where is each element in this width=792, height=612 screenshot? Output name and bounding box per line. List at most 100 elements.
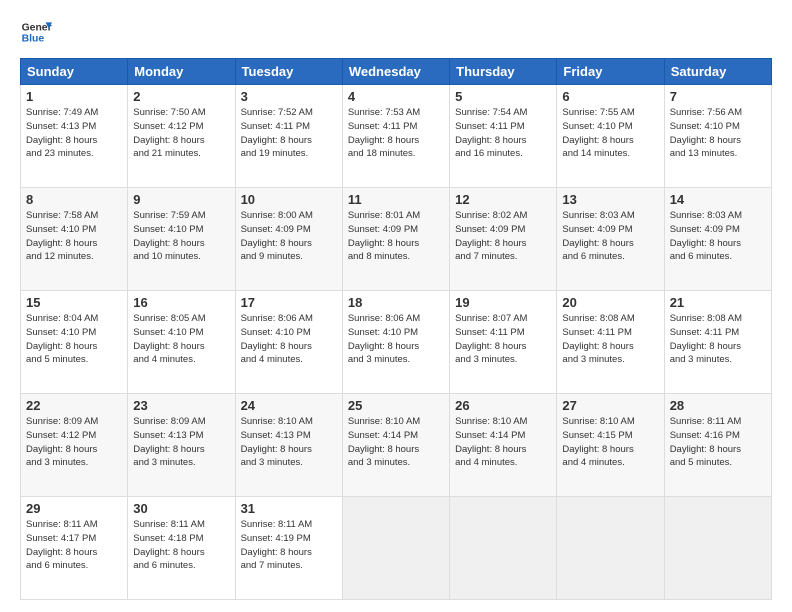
calendar-week-row: 15 Sunrise: 8:04 AMSunset: 4:10 PMDayligh… — [21, 291, 772, 394]
calendar-header-row: SundayMondayTuesdayWednesdayThursdayFrid… — [21, 59, 772, 85]
day-number: 20 — [562, 295, 658, 310]
logo: General Blue — [20, 16, 52, 48]
calendar-cell: 23 Sunrise: 8:09 AMSunset: 4:13 PMDayligh… — [128, 394, 235, 497]
calendar-cell: 13Sunrise: 8:03 AMSunset: 4:09 PMDayligh… — [557, 188, 664, 291]
calendar-cell: 12Sunrise: 8:02 AMSunset: 4:09 PMDayligh… — [450, 188, 557, 291]
day-number: 25 — [348, 398, 444, 413]
calendar-cell: 14 Sunrise: 8:03 AMSunset: 4:09 PMDayligh… — [664, 188, 771, 291]
calendar-day-header: Saturday — [664, 59, 771, 85]
calendar-cell: 16Sunrise: 8:05 AMSunset: 4:10 PMDayligh… — [128, 291, 235, 394]
day-number: 15 — [26, 295, 122, 310]
day-number: 18 — [348, 295, 444, 310]
calendar-cell: 5 Sunrise: 7:54 AMSunset: 4:11 PMDaylight… — [450, 85, 557, 188]
day-info: Sunrise: 8:04 AMSunset: 4:10 PMDaylight:… — [26, 312, 122, 367]
day-info: Sunrise: 8:09 AMSunset: 4:12 PMDaylight:… — [26, 415, 122, 470]
day-number: 3 — [241, 89, 337, 104]
calendar-cell: 11 Sunrise: 8:01 AMSunset: 4:09 PMDayligh… — [342, 188, 449, 291]
day-number: 14 — [670, 192, 766, 207]
day-number: 24 — [241, 398, 337, 413]
calendar-cell — [450, 497, 557, 600]
day-info: Sunrise: 7:53 AMSunset: 4:11 PMDaylight:… — [348, 106, 444, 161]
logo-icon: General Blue — [20, 16, 52, 48]
calendar-cell: 31 Sunrise: 8:11 AMSunset: 4:19 PMDayligh… — [235, 497, 342, 600]
day-number: 28 — [670, 398, 766, 413]
day-number: 9 — [133, 192, 229, 207]
day-number: 2 — [133, 89, 229, 104]
calendar-cell: 7 Sunrise: 7:56 AMSunset: 4:10 PMDaylight… — [664, 85, 771, 188]
day-number: 30 — [133, 501, 229, 516]
day-info: Sunrise: 8:06 AMSunset: 4:10 PMDaylight:… — [348, 312, 444, 367]
day-info: Sunrise: 8:11 AMSunset: 4:18 PMDaylight:… — [133, 518, 229, 573]
day-info: Sunrise: 8:01 AMSunset: 4:09 PMDaylight:… — [348, 209, 444, 264]
day-number: 12 — [455, 192, 551, 207]
calendar-cell: 1 Sunrise: 7:49 AMSunset: 4:13 PMDaylight… — [21, 85, 128, 188]
calendar-cell — [557, 497, 664, 600]
calendar-cell: 15 Sunrise: 8:04 AMSunset: 4:10 PMDayligh… — [21, 291, 128, 394]
day-info: Sunrise: 8:05 AMSunset: 4:10 PMDaylight:… — [133, 312, 229, 367]
calendar-cell: 27 Sunrise: 8:10 AMSunset: 4:15 PMDayligh… — [557, 394, 664, 497]
day-info: Sunrise: 8:10 AMSunset: 4:14 PMDaylight:… — [348, 415, 444, 470]
day-info: Sunrise: 8:03 AMSunset: 4:09 PMDaylight:… — [670, 209, 766, 264]
day-info: Sunrise: 8:08 AMSunset: 4:11 PMDaylight:… — [562, 312, 658, 367]
day-info: Sunrise: 7:52 AMSunset: 4:11 PMDaylight:… — [241, 106, 337, 161]
calendar-cell: 21Sunrise: 8:08 AMSunset: 4:11 PMDayligh… — [664, 291, 771, 394]
day-info: Sunrise: 7:50 AMSunset: 4:12 PMDaylight:… — [133, 106, 229, 161]
calendar-cell — [664, 497, 771, 600]
calendar-cell: 26Sunrise: 8:10 AMSunset: 4:14 PMDayligh… — [450, 394, 557, 497]
day-info: Sunrise: 7:56 AMSunset: 4:10 PMDaylight:… — [670, 106, 766, 161]
calendar-cell: 9 Sunrise: 7:59 AMSunset: 4:10 PMDaylight… — [128, 188, 235, 291]
calendar-week-row: 29Sunrise: 8:11 AMSunset: 4:17 PMDayligh… — [21, 497, 772, 600]
calendar-day-header: Sunday — [21, 59, 128, 85]
calendar-week-row: 1 Sunrise: 7:49 AMSunset: 4:13 PMDaylight… — [21, 85, 772, 188]
calendar-day-header: Monday — [128, 59, 235, 85]
day-number: 11 — [348, 192, 444, 207]
day-number: 23 — [133, 398, 229, 413]
day-info: Sunrise: 8:11 AMSunset: 4:16 PMDaylight:… — [670, 415, 766, 470]
day-info: Sunrise: 8:10 AMSunset: 4:15 PMDaylight:… — [562, 415, 658, 470]
day-number: 13 — [562, 192, 658, 207]
calendar-cell: 20 Sunrise: 8:08 AMSunset: 4:11 PMDayligh… — [557, 291, 664, 394]
header: General Blue — [20, 16, 772, 48]
calendar-cell: 2 Sunrise: 7:50 AMSunset: 4:12 PMDaylight… — [128, 85, 235, 188]
day-info: Sunrise: 8:11 AMSunset: 4:17 PMDaylight:… — [26, 518, 122, 573]
day-info: Sunrise: 8:07 AMSunset: 4:11 PMDaylight:… — [455, 312, 551, 367]
calendar-cell: 6Sunrise: 7:55 AMSunset: 4:10 PMDaylight… — [557, 85, 664, 188]
calendar-cell: 10Sunrise: 8:00 AMSunset: 4:09 PMDayligh… — [235, 188, 342, 291]
day-number: 31 — [241, 501, 337, 516]
calendar-cell: 28 Sunrise: 8:11 AMSunset: 4:16 PMDayligh… — [664, 394, 771, 497]
calendar-week-row: 8Sunrise: 7:58 AMSunset: 4:10 PMDaylight… — [21, 188, 772, 291]
day-info: Sunrise: 8:06 AMSunset: 4:10 PMDaylight:… — [241, 312, 337, 367]
day-number: 19 — [455, 295, 551, 310]
calendar-cell: 19 Sunrise: 8:07 AMSunset: 4:11 PMDayligh… — [450, 291, 557, 394]
calendar-cell: 30 Sunrise: 8:11 AMSunset: 4:18 PMDayligh… — [128, 497, 235, 600]
day-info: Sunrise: 7:58 AMSunset: 4:10 PMDaylight:… — [26, 209, 122, 264]
calendar-week-row: 22Sunrise: 8:09 AMSunset: 4:12 PMDayligh… — [21, 394, 772, 497]
calendar-day-header: Friday — [557, 59, 664, 85]
calendar-cell — [342, 497, 449, 600]
calendar-cell: 4 Sunrise: 7:53 AMSunset: 4:11 PMDaylight… — [342, 85, 449, 188]
day-info: Sunrise: 8:09 AMSunset: 4:13 PMDaylight:… — [133, 415, 229, 470]
day-number: 5 — [455, 89, 551, 104]
day-number: 17 — [241, 295, 337, 310]
day-number: 7 — [670, 89, 766, 104]
calendar-cell: 29Sunrise: 8:11 AMSunset: 4:17 PMDayligh… — [21, 497, 128, 600]
day-number: 26 — [455, 398, 551, 413]
calendar-day-header: Thursday — [450, 59, 557, 85]
day-info: Sunrise: 7:59 AMSunset: 4:10 PMDaylight:… — [133, 209, 229, 264]
day-number: 27 — [562, 398, 658, 413]
day-number: 6 — [562, 89, 658, 104]
day-info: Sunrise: 8:11 AMSunset: 4:19 PMDaylight:… — [241, 518, 337, 573]
day-info: Sunrise: 7:54 AMSunset: 4:11 PMDaylight:… — [455, 106, 551, 161]
day-info: Sunrise: 7:49 AMSunset: 4:13 PMDaylight:… — [26, 106, 122, 161]
day-number: 1 — [26, 89, 122, 104]
calendar-cell: 17 Sunrise: 8:06 AMSunset: 4:10 PMDayligh… — [235, 291, 342, 394]
calendar-cell: 24Sunrise: 8:10 AMSunset: 4:13 PMDayligh… — [235, 394, 342, 497]
svg-text:Blue: Blue — [22, 34, 45, 45]
day-number: 10 — [241, 192, 337, 207]
calendar-cell: 25 Sunrise: 8:10 AMSunset: 4:14 PMDayligh… — [342, 394, 449, 497]
calendar-cell: 8Sunrise: 7:58 AMSunset: 4:10 PMDaylight… — [21, 188, 128, 291]
calendar-cell: 3 Sunrise: 7:52 AMSunset: 4:11 PMDaylight… — [235, 85, 342, 188]
day-info: Sunrise: 8:08 AMSunset: 4:11 PMDaylight:… — [670, 312, 766, 367]
calendar-day-header: Tuesday — [235, 59, 342, 85]
day-number: 4 — [348, 89, 444, 104]
